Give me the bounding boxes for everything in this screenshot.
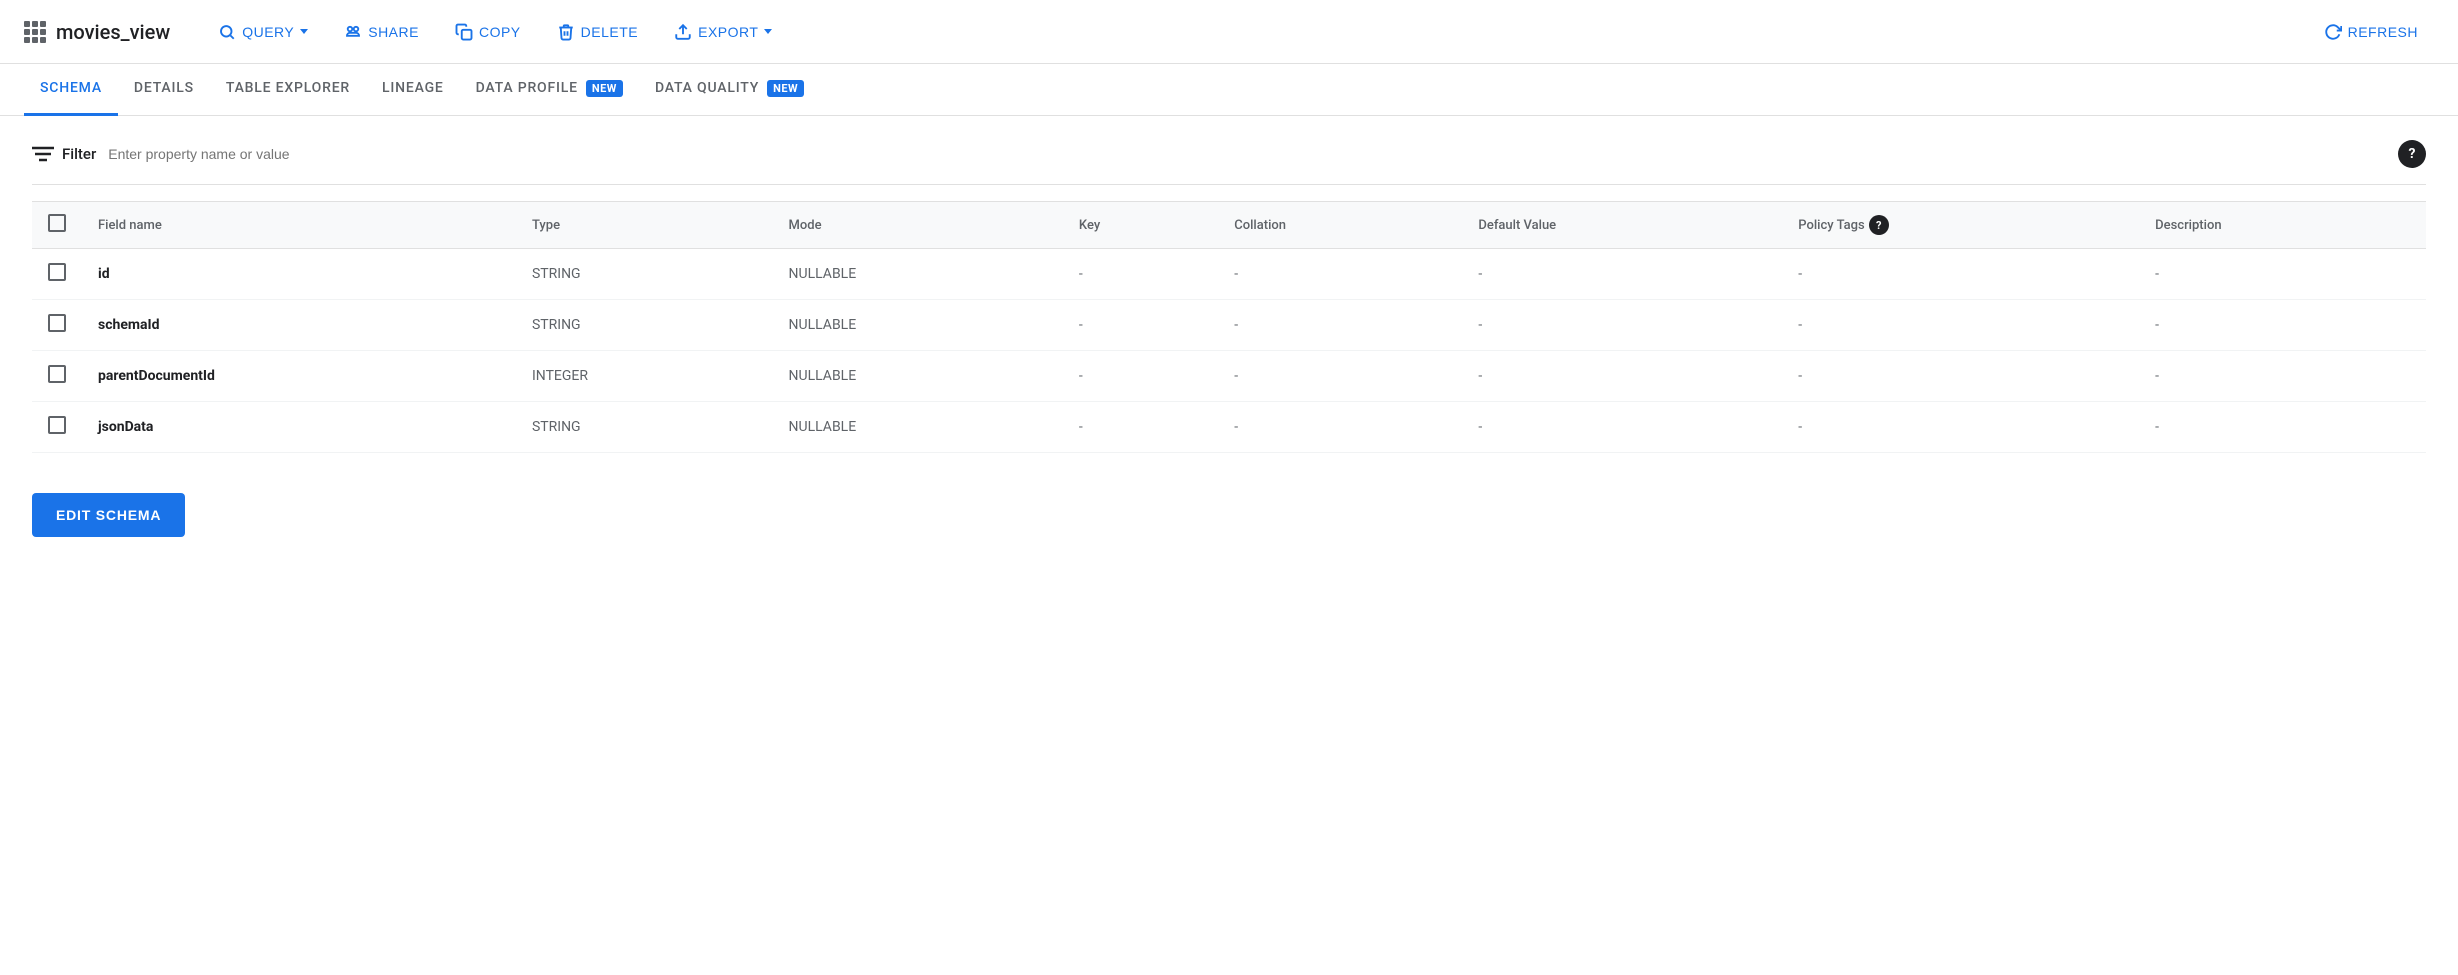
toolbar-actions: QUERY SHARE COPY DELETE EXPORT REFRESH — [202, 15, 2434, 49]
cell-mode-1: NULLABLE — [773, 300, 1063, 351]
row-checkbox-cell-0[interactable] — [32, 249, 82, 300]
toolbar: movies_view QUERY SHARE COPY DELETE EXPO… — [0, 0, 2458, 64]
cell-desc-2: - — [2139, 351, 2426, 402]
filter-label: Filter — [62, 145, 96, 163]
col-header-mode: Mode — [773, 202, 1063, 249]
export-icon — [674, 23, 692, 41]
cell-default-3: - — [1462, 402, 1782, 453]
cell-mode-0: NULLABLE — [773, 249, 1063, 300]
row-checkbox-3[interactable] — [48, 416, 66, 434]
cell-field-name-2: parentDocumentId — [82, 351, 516, 402]
cell-desc-1: - — [2139, 300, 2426, 351]
cell-field-name-0: id — [82, 249, 516, 300]
col-header-field-name: Field name — [82, 202, 516, 249]
filter-icon-wrap: Filter — [32, 145, 96, 163]
cell-key-3: - — [1063, 402, 1218, 453]
table-row: jsonData STRING NULLABLE - - - - - — [32, 402, 2426, 453]
cell-collation-3: - — [1218, 402, 1462, 453]
col-header-description: Description — [2139, 202, 2426, 249]
cell-key-1: - — [1063, 300, 1218, 351]
main-content: Filter ? Field name Type Mode — [0, 116, 2458, 561]
query-button[interactable]: QUERY — [202, 15, 324, 49]
filter-bar: Filter ? — [32, 140, 2426, 185]
cell-collation-2: - — [1218, 351, 1462, 402]
cell-field-name-3: jsonData — [82, 402, 516, 453]
cell-default-1: - — [1462, 300, 1782, 351]
row-checkbox-cell-3[interactable] — [32, 402, 82, 453]
cell-policy-1: - — [1782, 300, 2139, 351]
col-header-policy-tags: Policy Tags ? — [1782, 202, 2139, 249]
delete-icon — [557, 23, 575, 41]
cell-collation-1: - — [1218, 300, 1462, 351]
cell-key-0: - — [1063, 249, 1218, 300]
table-row: schemaId STRING NULLABLE - - - - - — [32, 300, 2426, 351]
row-checkbox-1[interactable] — [48, 314, 66, 332]
cell-default-2: - — [1462, 351, 1782, 402]
col-header-type: Type — [516, 202, 773, 249]
row-checkbox-cell-1[interactable] — [32, 300, 82, 351]
tab-bar: SCHEMA DETAILS TABLE EXPLORER LINEAGE DA… — [0, 64, 2458, 116]
share-button[interactable]: SHARE — [328, 15, 435, 49]
delete-button[interactable]: DELETE — [541, 15, 654, 49]
refresh-icon — [2324, 23, 2342, 41]
row-checkbox-0[interactable] — [48, 263, 66, 281]
cell-default-0: - — [1462, 249, 1782, 300]
col-header-collation: Collation — [1218, 202, 1462, 249]
tab-data-quality[interactable]: DATA QUALITY NEW — [639, 64, 820, 116]
cell-type-0: STRING — [516, 249, 773, 300]
table-row: id STRING NULLABLE - - - - - — [32, 249, 2426, 300]
cell-key-2: - — [1063, 351, 1218, 402]
chevron-down-export-icon — [764, 29, 772, 34]
data-quality-badge: NEW — [767, 80, 804, 97]
table-header-row: Field name Type Mode Key Collation Defau… — [32, 202, 2426, 249]
export-button[interactable]: EXPORT — [658, 15, 788, 49]
cell-type-2: INTEGER — [516, 351, 773, 402]
copy-icon — [455, 23, 473, 41]
table-row: parentDocumentId INTEGER NULLABLE - - - … — [32, 351, 2426, 402]
tab-data-profile[interactable]: DATA PROFILE NEW — [460, 64, 639, 116]
cell-desc-0: - — [2139, 249, 2426, 300]
tab-schema[interactable]: SCHEMA — [24, 64, 118, 116]
col-header-key: Key — [1063, 202, 1218, 249]
select-all-header[interactable] — [32, 202, 82, 249]
tab-lineage[interactable]: LINEAGE — [366, 64, 460, 116]
cell-policy-2: - — [1782, 351, 2139, 402]
cell-collation-0: - — [1218, 249, 1462, 300]
policy-tags-help-icon[interactable]: ? — [1869, 215, 1889, 235]
copy-button[interactable]: COPY — [439, 15, 537, 49]
cell-field-name-1: schemaId — [82, 300, 516, 351]
cell-mode-2: NULLABLE — [773, 351, 1063, 402]
tab-table-explorer[interactable]: TABLE EXPLORER — [210, 64, 366, 116]
cell-policy-3: - — [1782, 402, 2139, 453]
chevron-down-icon — [300, 29, 308, 34]
col-header-default-value: Default Value — [1462, 202, 1782, 249]
cell-type-1: STRING — [516, 300, 773, 351]
edit-schema-button[interactable]: EDIT SCHEMA — [32, 493, 185, 537]
schema-table: Field name Type Mode Key Collation Defau… — [32, 201, 2426, 453]
data-profile-badge: NEW — [586, 80, 623, 97]
apps-icon[interactable] — [24, 21, 46, 43]
cell-type-3: STRING — [516, 402, 773, 453]
row-checkbox-cell-2[interactable] — [32, 351, 82, 402]
select-all-checkbox[interactable] — [48, 214, 66, 232]
filter-icon — [32, 145, 54, 163]
search-icon — [218, 23, 236, 41]
share-icon — [344, 23, 362, 41]
cell-desc-3: - — [2139, 402, 2426, 453]
filter-input[interactable] — [108, 146, 2386, 162]
row-checkbox-2[interactable] — [48, 365, 66, 383]
cell-mode-3: NULLABLE — [773, 402, 1063, 453]
refresh-button[interactable]: REFRESH — [2308, 15, 2434, 49]
tab-details[interactable]: DETAILS — [118, 64, 210, 116]
cell-policy-0: - — [1782, 249, 2139, 300]
page-title: movies_view — [56, 20, 170, 44]
toolbar-title-section: movies_view — [24, 20, 170, 44]
help-icon[interactable]: ? — [2398, 140, 2426, 168]
